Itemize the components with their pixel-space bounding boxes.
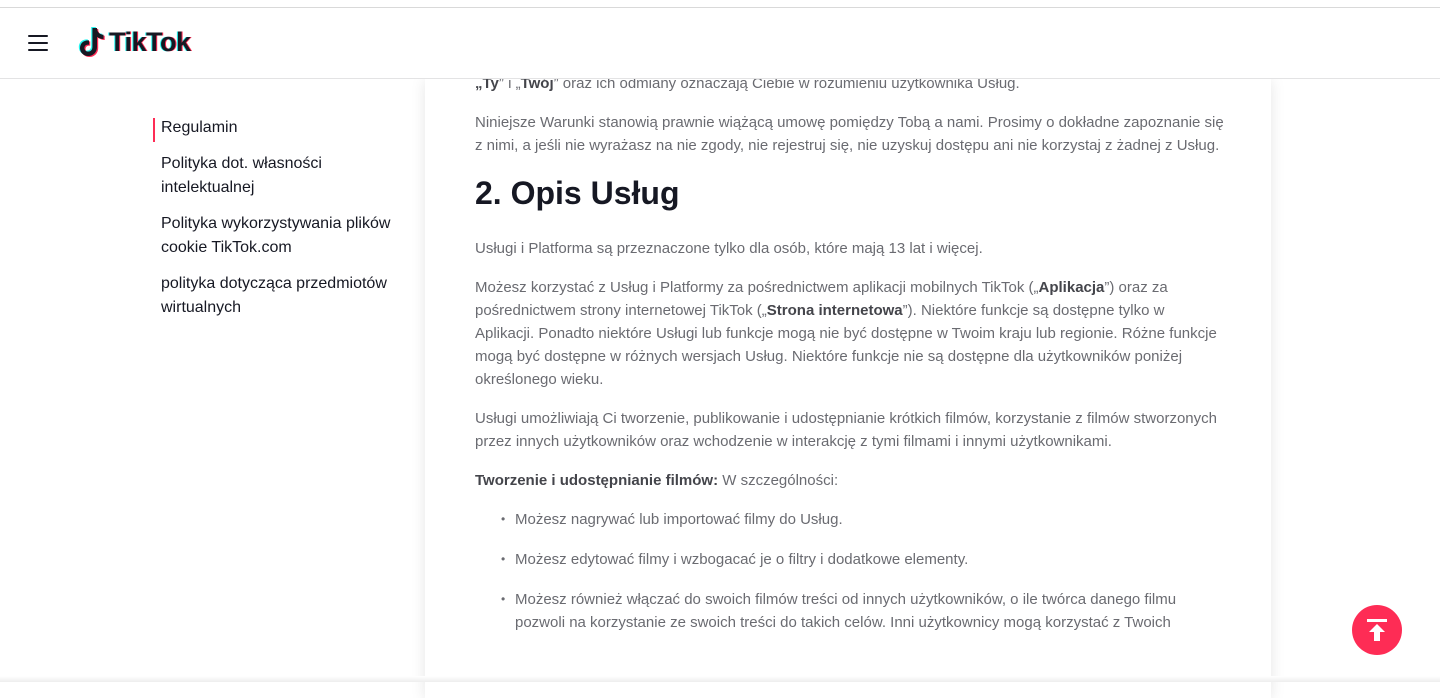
bottom-edge-shade — [0, 676, 1440, 682]
term-strona-internetowa: Strona internetowa — [766, 302, 903, 319]
logo-text: TikTok — [109, 26, 191, 57]
tiktok-note-icon — [78, 27, 105, 57]
browser-top-edge — [0, 0, 1440, 8]
paragraph-umowa: Niniejsze Warunki stanowią prawnie wiążą… — [475, 114, 1224, 154]
text-span: W szczególności: — [718, 472, 839, 489]
paragraph-tworzenie: Tworzenie i udostępnianie filmów: W szcz… — [475, 469, 1225, 492]
arrow-up-to-top-icon — [1367, 619, 1387, 641]
tiktok-logo[interactable]: TikTok — [78, 25, 191, 59]
list-item: Możesz również włączać do swoich filmów … — [501, 588, 1225, 634]
bullet-list: Możesz nagrywać lub importować filmy do … — [475, 508, 1225, 634]
site-header: TikTok — [0, 8, 1440, 79]
legal-sidebar-nav: Regulamin Polityka dot. własności intele… — [153, 116, 408, 332]
sidebar-item-polityka-wlasnosci[interactable]: Polityka dot. własności intelektualnej — [153, 152, 408, 200]
hamburger-menu-icon[interactable] — [28, 33, 50, 51]
paragraph-filmy: Usługi umożliwiają Ci tworzenie, publiko… — [475, 410, 1217, 450]
paragraph-aplikacja: Możesz korzystać z Usług i Platformy za … — [475, 276, 1225, 391]
list-item: Możesz nagrywać lub importować filmy do … — [501, 508, 1225, 531]
sidebar-item-regulamin[interactable]: Regulamin — [153, 116, 408, 142]
paragraph-wiek: Usługi i Platforma są przeznaczone tylko… — [475, 240, 983, 257]
sidebar-item-polityka-cookie[interactable]: Polityka wykorzystywania plików cookie T… — [153, 212, 408, 260]
sidebar-item-przedmioty-wirtualne[interactable]: polityka dotycząca przedmiotów wirtualny… — [153, 272, 408, 320]
term-aplikacja: Aplikacja — [1038, 279, 1105, 296]
term-tworzenie: Tworzenie i udostępnianie filmów: — [475, 472, 719, 489]
list-item: Możesz edytować filmy i wzbogacać je o f… — [501, 548, 1225, 571]
section-heading: 2. Opis Usług — [475, 175, 680, 211]
text-span: Możesz korzystać z Usług i Platformy za … — [475, 279, 1039, 296]
page-scrollbar[interactable] — [1428, 8, 1440, 682]
back-to-top-button[interactable] — [1352, 605, 1402, 655]
terms-content: „Ty” i „Twój” oraz ich odmiany oznaczają… — [475, 72, 1225, 651]
